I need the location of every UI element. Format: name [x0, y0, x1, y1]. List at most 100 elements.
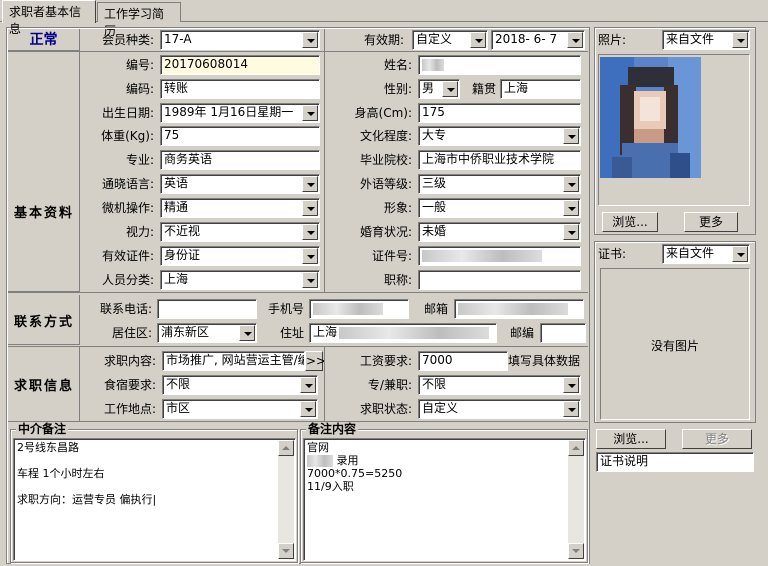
chevron-down-icon[interactable] [732, 246, 748, 262]
scroll-down-icon[interactable] [278, 543, 294, 559]
number-field[interactable]: 20170608014 [160, 55, 320, 75]
tab-basic-info[interactable]: 求职者基本信息 [2, 0, 96, 36]
chevron-down-icon[interactable] [239, 325, 255, 341]
chevron-down-icon[interactable] [302, 32, 318, 48]
chevron-down-icon[interactable] [563, 176, 579, 192]
name-field[interactable] [418, 55, 581, 75]
location-label: 工作地点: [103, 402, 156, 416]
divider [8, 346, 588, 347]
location-select[interactable]: 市区 [162, 399, 318, 419]
job-content-more-button[interactable]: >> [305, 351, 326, 371]
chevron-down-icon[interactable] [732, 32, 748, 48]
salary-field[interactable]: 7000 [418, 351, 508, 371]
chevron-down-icon[interactable] [300, 377, 316, 393]
chevron-down-icon[interactable] [563, 377, 579, 393]
gender-label: 性别: [383, 82, 412, 96]
photo-label: 照片: [598, 33, 627, 47]
vertical-scrollbar[interactable] [568, 440, 584, 559]
job-content-field[interactable]: 市场推广, 网站营运主管/编 [162, 351, 305, 371]
chevron-down-icon[interactable] [302, 105, 318, 121]
salary-label: 工资要求: [359, 354, 412, 368]
scroll-up-icon[interactable] [278, 440, 294, 456]
district-label: 居住区: [111, 326, 152, 340]
scroll-down-icon[interactable] [568, 543, 584, 559]
district-select[interactable]: 浦东新区 [157, 323, 257, 343]
remark-textarea[interactable]: 官网 录用 7000*0.75=5250 11/9入职 [303, 438, 586, 561]
major-label: 专业: [125, 153, 154, 167]
cert-browse-button[interactable]: 浏览... [596, 429, 666, 449]
cert-description-field[interactable]: 证书说明 [596, 452, 754, 472]
chevron-down-icon[interactable] [470, 32, 486, 48]
photo-more-button[interactable]: 更多 [684, 212, 738, 232]
zip-field[interactable] [540, 323, 586, 343]
gender-select[interactable]: 男 [418, 79, 460, 99]
chevron-down-icon[interactable] [563, 128, 579, 144]
vertical-scrollbar[interactable] [278, 440, 294, 559]
chevron-down-icon[interactable] [442, 81, 458, 97]
chevron-down-icon[interactable] [302, 224, 318, 240]
chevron-down-icon[interactable] [563, 224, 579, 240]
category-select[interactable]: 上海 [160, 270, 320, 290]
school-field[interactable]: 上海市中侨职业技术学院 [418, 150, 581, 170]
redacted-text [313, 302, 383, 315]
marital-select[interactable]: 未婚 [418, 222, 581, 242]
language-select[interactable]: 英语 [160, 174, 320, 194]
remark-line: 11/9入职 [307, 480, 354, 493]
job-section-cell: 求职信息 [8, 347, 80, 421]
remark-title: 备注内容 [306, 422, 359, 436]
tab-resume[interactable]: 工作学习简历 [97, 2, 181, 38]
vision-label: 视力: [125, 225, 154, 239]
agency-note-title: 中介备注 [16, 422, 69, 436]
photo-browse-button[interactable]: 浏览... [602, 212, 658, 232]
chevron-down-icon[interactable] [563, 200, 579, 216]
phone-field[interactable] [157, 299, 257, 319]
cert-more-button[interactable]: 更多 [682, 429, 752, 449]
email-field[interactable] [454, 299, 584, 319]
redacted-text [422, 58, 444, 71]
native-field[interactable]: 上海 [500, 79, 581, 99]
agency-note-textarea[interactable]: 2号线东昌路 车程 1个小时左右 求职方向：运营专员 偏执行| [13, 438, 296, 561]
validity-mode-select[interactable]: 自定义 [412, 30, 488, 50]
chevron-down-icon[interactable] [302, 248, 318, 264]
cert-image-frame: 没有图片 [600, 268, 750, 420]
title-label: 职称: [383, 273, 412, 287]
validity-date-picker[interactable]: 2018- 6- 7 [491, 30, 585, 50]
job-state-select[interactable]: 自定义 [418, 399, 581, 419]
name-label: 姓名: [383, 58, 412, 72]
foreign-level-select[interactable]: 三级 [418, 174, 581, 194]
contact-section-cell: 联系方式 [8, 295, 80, 345]
cert-number-field[interactable] [418, 246, 581, 266]
cert-source-select[interactable]: 来自文件 [662, 244, 750, 264]
native-label: 籍贯 [471, 82, 496, 96]
cert-number-label: 证件号: [371, 249, 412, 263]
education-select[interactable]: 大专 [418, 126, 581, 146]
chevron-down-icon[interactable] [567, 32, 583, 48]
computer-skill-select[interactable]: 精通 [160, 198, 320, 218]
board-select[interactable]: 不限 [162, 375, 318, 395]
mobile-label: 手机号 [267, 302, 304, 316]
appearance-select[interactable]: 一般 [418, 198, 581, 218]
photo-source-select[interactable]: 来自文件 [662, 30, 750, 50]
board-label: 食宿要求: [103, 378, 156, 392]
chevron-down-icon[interactable] [300, 401, 316, 417]
chevron-down-icon[interactable] [302, 176, 318, 192]
cert-empty-text: 没有图片 [650, 339, 699, 353]
chevron-down-icon[interactable] [563, 401, 579, 417]
mobile-field[interactable] [309, 299, 409, 319]
cert-type-select[interactable]: 身份证 [160, 246, 320, 266]
chevron-down-icon[interactable] [302, 200, 318, 216]
member-type-select[interactable]: 17-A [160, 30, 320, 50]
parttime-select[interactable]: 不限 [418, 375, 581, 395]
number-label: 编号: [125, 58, 154, 72]
weight-field[interactable]: 75 [160, 126, 320, 146]
height-field[interactable]: 175 [418, 103, 581, 123]
birth-date-picker[interactable]: 1989年 1月16日星期一 [160, 103, 320, 123]
scroll-up-icon[interactable] [568, 440, 584, 456]
code-field[interactable]: 转账 [160, 79, 320, 99]
chevron-down-icon[interactable] [302, 272, 318, 288]
vision-select[interactable]: 不近视 [160, 222, 320, 242]
address-field[interactable]: 上海 [309, 323, 497, 343]
major-field[interactable]: 商务英语 [160, 150, 320, 170]
basic-section-cell: 基本资料 [8, 52, 80, 292]
title-field[interactable] [418, 270, 581, 290]
